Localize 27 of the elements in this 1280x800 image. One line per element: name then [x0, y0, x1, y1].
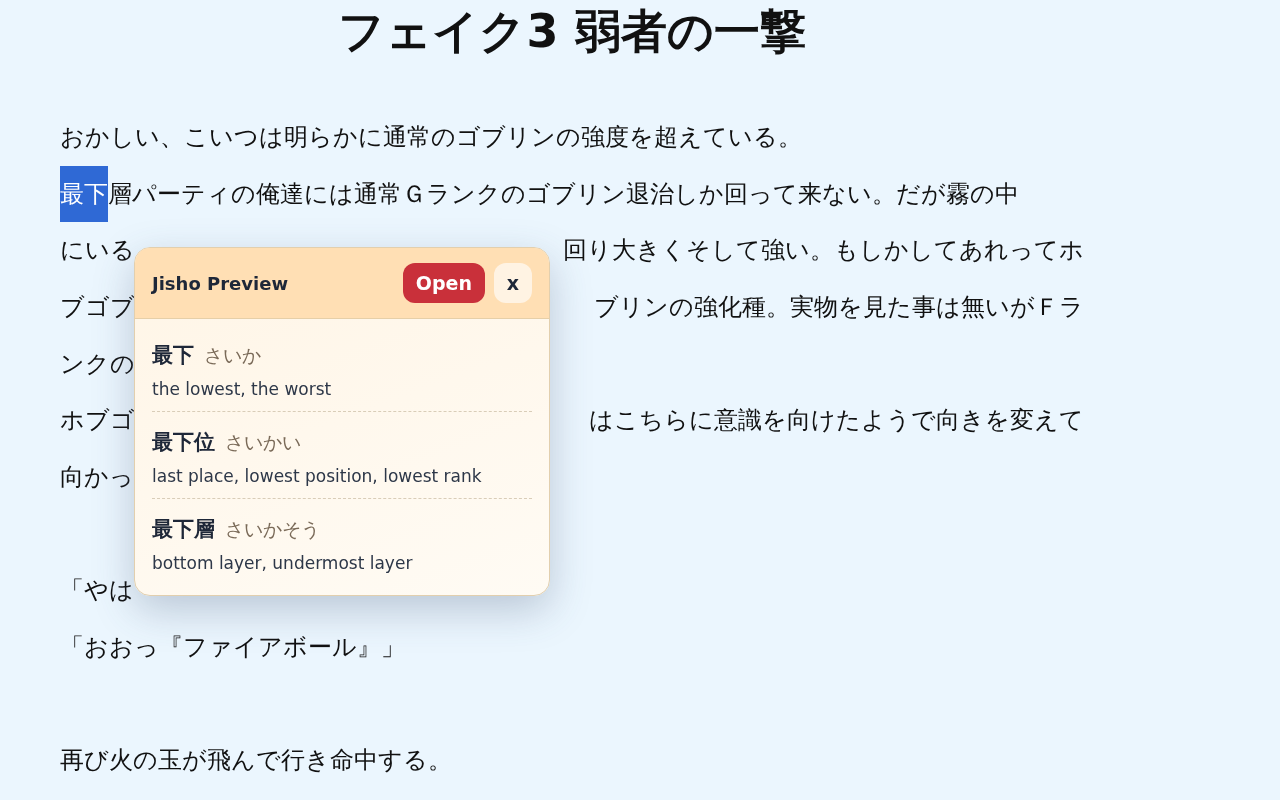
- selected-text: 最下: [60, 165, 108, 222]
- body-text: 「やは: [60, 575, 134, 607]
- body-text: 「おおっ『ファイアボール』」: [60, 631, 405, 663]
- entry-word: 最下位: [152, 429, 215, 456]
- entry-word: 最下: [152, 342, 194, 369]
- entry-word: 最下層: [152, 516, 215, 543]
- body-text: ブリンの強化種。実物を見た事は無いがＦラ: [594, 292, 1084, 324]
- body-text: ブゴブ: [60, 292, 135, 324]
- body-text: 層パーティの俺達には通常Ｇランクのゴブリン退治しか回って来ない。だが霧の中: [108, 178, 1019, 210]
- body-text: はこちらに意識を向けたようで向きを変えて: [589, 405, 1084, 437]
- open-button[interactable]: Open: [402, 263, 485, 303]
- body-text: 回り大きくそして強い。もしかしてあれってホ: [563, 235, 1084, 267]
- entry-reading: さいかそう: [225, 517, 320, 542]
- popup-title: Jisho Preview: [152, 272, 289, 294]
- body-text: 再び火の玉が飛んで行き命中する。: [60, 744, 452, 776]
- entry-reading: さいか: [204, 343, 261, 368]
- body-text: にいる: [60, 235, 135, 267]
- body-text: 向かっ: [60, 461, 134, 493]
- body-text: ホブゴ: [60, 405, 135, 437]
- body-text: ンクの: [60, 348, 135, 380]
- entry-reading: さいかい: [225, 430, 301, 455]
- entry-meaning: bottom layer, undermost layer: [152, 553, 414, 573]
- body-text: おかしい、こいつは明らかに通常のゴブリンの強度を超えている。: [60, 122, 802, 154]
- close-button[interactable]: x: [494, 263, 532, 303]
- chapter-title: フェイク3 弱者の一撃: [337, 3, 807, 60]
- entry-meaning: last place, lowest position, lowest rank: [152, 466, 483, 486]
- entry-meaning: the lowest, the worst: [152, 379, 333, 399]
